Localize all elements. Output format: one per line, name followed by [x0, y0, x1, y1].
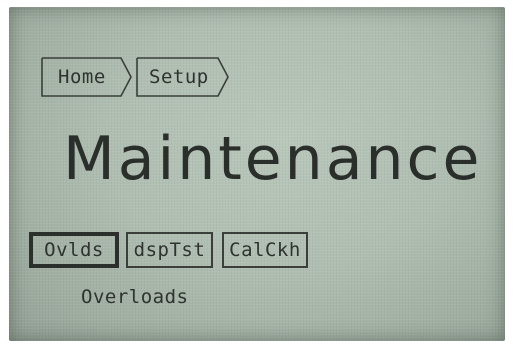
lcd-screen: Home Setup Maintenance Ovlds dspTst CalC… [9, 7, 505, 341]
selected-softkey-description: Overloads [81, 286, 189, 308]
breadcrumb-label-home: Home [58, 66, 106, 88]
softkey-display-test-button[interactable]: dspTst [126, 232, 213, 268]
device-frame: Home Setup Maintenance Ovlds dspTst CalC… [0, 0, 513, 347]
softkey-calibration-check-button[interactable]: CalCkh [222, 232, 308, 268]
softkey-overloads-button[interactable]: Ovlds [29, 232, 119, 268]
page-title: Maintenance [63, 124, 483, 194]
breadcrumb-item-setup[interactable]: Setup [136, 57, 229, 97]
breadcrumb-item-home[interactable]: Home [41, 57, 133, 97]
breadcrumb-label-setup: Setup [149, 66, 209, 88]
